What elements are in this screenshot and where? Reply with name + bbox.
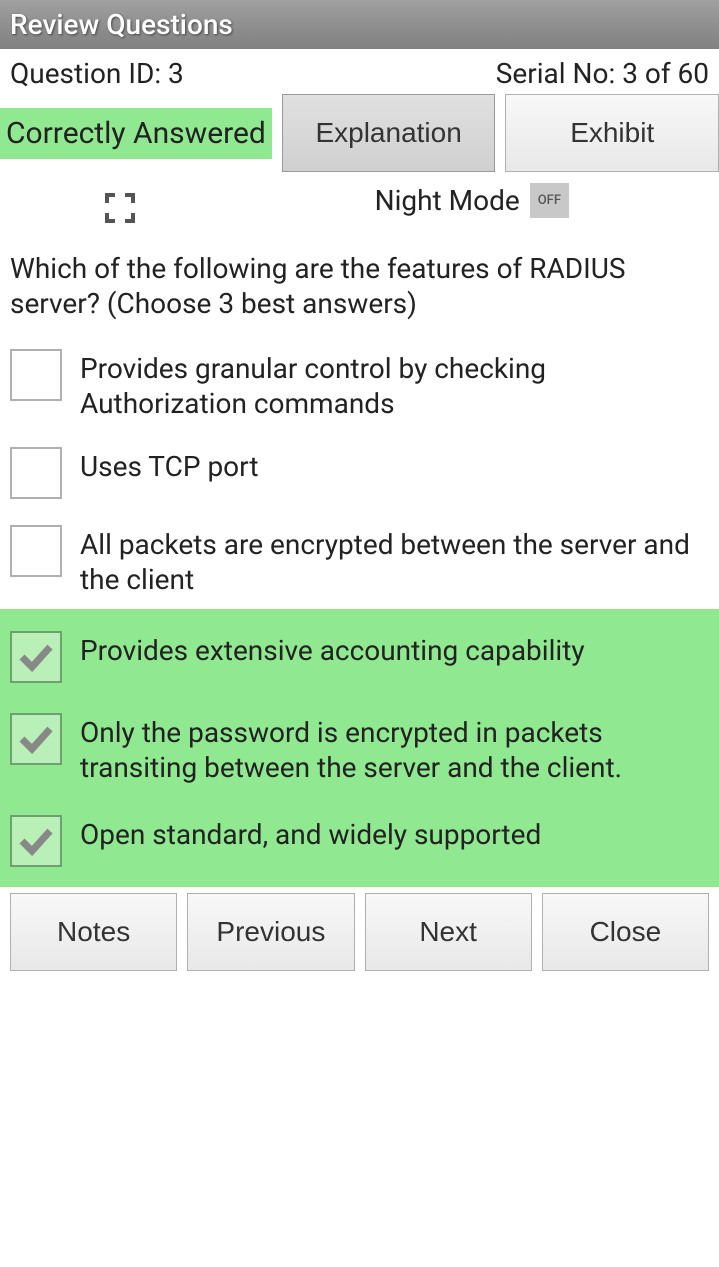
- option-label: All packets are encrypted between the se…: [80, 523, 709, 597]
- checkbox-checked[interactable]: [10, 631, 62, 683]
- explanation-button[interactable]: Explanation: [282, 94, 496, 172]
- question-text: Which of the following are the features …: [0, 233, 719, 335]
- app-title: Review Questions: [10, 8, 233, 41]
- option-label: Uses TCP port: [80, 445, 259, 484]
- option-label: Only the password is encrypted in packet…: [80, 711, 709, 785]
- checkmark-icon: [16, 821, 56, 861]
- next-button[interactable]: Next: [365, 893, 532, 971]
- close-button[interactable]: Close: [542, 893, 709, 971]
- option-row[interactable]: Open standard, and widely supported: [0, 799, 719, 881]
- title-bar: Review Questions: [0, 0, 719, 49]
- options-list: Provides granular control by checking Au…: [0, 335, 719, 887]
- previous-button[interactable]: Previous: [187, 893, 354, 971]
- option-row[interactable]: Provides extensive accounting capability: [0, 615, 719, 697]
- night-mode-label: Night Mode: [375, 184, 520, 217]
- mode-row: Night Mode OFF: [0, 172, 719, 233]
- fullscreen-icon[interactable]: [105, 193, 135, 223]
- checkmark-icon: [16, 719, 56, 759]
- notes-button[interactable]: Notes: [10, 893, 177, 971]
- checkmark-icon: [16, 637, 56, 677]
- option-row[interactable]: Provides granular control by checking Au…: [0, 335, 719, 433]
- checkbox-unchecked[interactable]: [10, 525, 62, 577]
- option-label: Provides granular control by checking Au…: [80, 347, 709, 421]
- correct-answers-block: Provides extensive accounting capability…: [0, 609, 719, 887]
- tab-row: Correctly Answered Explanation Exhibit: [0, 94, 719, 172]
- checkbox-checked[interactable]: [10, 815, 62, 867]
- footer-row: Notes Previous Next Close: [0, 887, 719, 981]
- option-row[interactable]: All packets are encrypted between the se…: [0, 511, 719, 609]
- option-row[interactable]: Uses TCP port: [0, 433, 719, 511]
- night-mode-toggle[interactable]: OFF: [530, 183, 569, 218]
- checkbox-unchecked[interactable]: [10, 349, 62, 401]
- checkbox-unchecked[interactable]: [10, 447, 62, 499]
- option-label: Open standard, and widely supported: [80, 813, 541, 852]
- option-label: Provides extensive accounting capability: [80, 629, 585, 668]
- status-badge: Correctly Answered: [0, 108, 272, 159]
- checkbox-checked[interactable]: [10, 713, 62, 765]
- exhibit-button[interactable]: Exhibit: [505, 94, 719, 172]
- question-id-label: Question ID: 3: [10, 57, 184, 90]
- info-row: Question ID: 3 Serial No: 3 of 60: [0, 49, 719, 94]
- option-row[interactable]: Only the password is encrypted in packet…: [0, 697, 719, 799]
- serial-no-label: Serial No: 3 of 60: [496, 57, 709, 90]
